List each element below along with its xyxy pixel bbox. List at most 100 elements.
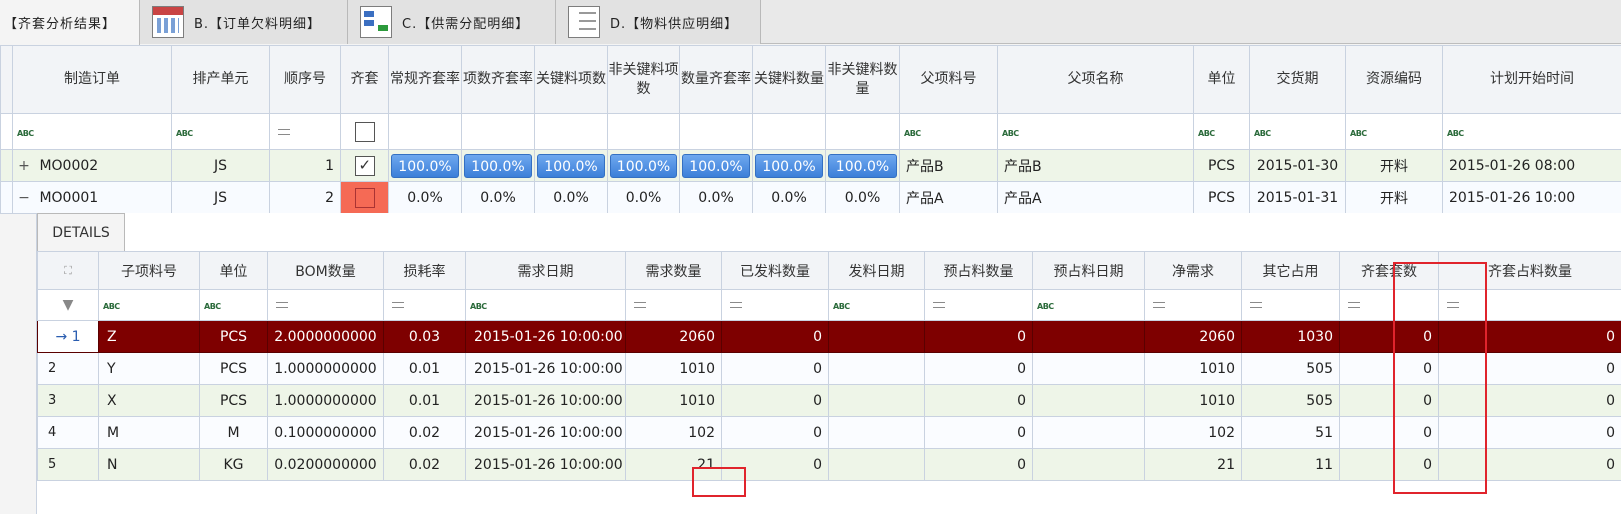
col-header[interactable]: 需求数量 xyxy=(625,251,722,290)
equals-filter-icon xyxy=(276,302,288,308)
master-filter-row: ABC ABC ABC ABC ABC ABC ABC ABC xyxy=(0,113,1621,150)
rate-badge: 100.0% xyxy=(391,153,459,178)
row-indicator[interactable]: 2 xyxy=(37,352,99,385)
col-header[interactable]: 制造订单 xyxy=(12,45,172,114)
col-header[interactable]: 计划开始时间 xyxy=(1442,45,1621,114)
table-row[interactable]: − MO0001 JS 2 0.0% 0.0% 0.0% 0.0% 0.0% 0… xyxy=(0,181,1621,214)
col-header[interactable]: 齐套 xyxy=(340,45,389,114)
filter-text-cell[interactable]: ABC xyxy=(899,113,998,150)
col-header[interactable]: 非关键料数量 xyxy=(825,45,900,114)
text-filter-icon: ABC xyxy=(103,302,120,311)
table-row[interactable]: + MO0002 JS 1 100.0% 100.0% 100.0% 100.0… xyxy=(0,149,1621,182)
rate-badge: 100.0% xyxy=(464,153,532,178)
col-header[interactable]: 资源编码 xyxy=(1345,45,1443,114)
filter-text-cell[interactable]: ABC xyxy=(171,113,270,150)
col-header[interactable]: 常规齐套率 xyxy=(388,45,462,114)
equals-filter-icon xyxy=(1153,302,1165,308)
tab-order-shortage[interactable]: B.【订单欠料明细】 xyxy=(140,0,348,44)
filter-text-cell[interactable]: ABC xyxy=(1442,113,1621,150)
filter-cell[interactable] xyxy=(825,113,900,150)
equals-filter-icon xyxy=(392,302,404,308)
col-header[interactable]: 净需求 xyxy=(1144,251,1242,290)
col-header[interactable]: 损耗率 xyxy=(383,251,466,290)
table-row[interactable]: 3 X PCS 1.0000000000 0.01 2015-01-26 10:… xyxy=(37,384,1621,417)
col-header[interactable]: 父项料号 xyxy=(899,45,998,114)
filter-cell[interactable] xyxy=(752,113,826,150)
col-header[interactable]: 项数齐套率 xyxy=(461,45,535,114)
row-indicator[interactable]: 4 xyxy=(37,416,99,449)
filter-number-cell[interactable] xyxy=(269,113,341,150)
rate-badge: 100.0% xyxy=(537,153,605,178)
filter-text-cell[interactable]: ABC xyxy=(1249,113,1346,150)
tab-details[interactable]: DETAILS xyxy=(37,213,125,251)
rate-badge: 100.0% xyxy=(755,153,823,178)
row-indicator[interactable]: 5 xyxy=(37,448,99,481)
filter-cell[interactable] xyxy=(679,113,753,150)
filter-funnel-icon[interactable]: ▼ xyxy=(37,289,99,321)
equals-filter-icon xyxy=(1348,302,1360,308)
tab-label: D.【物料供应明细】 xyxy=(610,16,739,32)
table-row[interactable]: → 1 Z PCS 2.0000000000 0.03 2015-01-26 1… xyxy=(37,320,1621,353)
text-filter-icon: ABC xyxy=(833,302,850,311)
complete-checkbox[interactable] xyxy=(354,155,375,176)
text-filter-icon: ABC xyxy=(176,128,193,138)
col-header[interactable]: 预占料数量 xyxy=(924,251,1033,290)
equals-filter-icon xyxy=(634,302,646,308)
filter-cell[interactable] xyxy=(534,113,608,150)
col-header[interactable]: 关键料数量 xyxy=(752,45,826,114)
text-filter-icon: ABC xyxy=(1198,128,1215,138)
col-header[interactable]: 排产单元 xyxy=(171,45,270,114)
text-filter-icon: ABC xyxy=(17,128,34,138)
col-header[interactable]: BOM数量 xyxy=(267,251,384,290)
col-header[interactable]: 预占料日期 xyxy=(1032,251,1145,290)
col-header[interactable]: 单位 xyxy=(199,251,268,290)
filter-text-cell[interactable]: ABC xyxy=(1345,113,1443,150)
row-indicator[interactable]: 3 xyxy=(37,384,99,417)
filter-text-cell[interactable]: ABC xyxy=(997,113,1194,150)
col-header[interactable]: 齐套套数 xyxy=(1339,251,1439,290)
col-header[interactable]: 交货期 xyxy=(1249,45,1346,114)
col-header[interactable]: 其它占用 xyxy=(1241,251,1340,290)
filter-checkbox[interactable] xyxy=(354,121,375,142)
col-header[interactable]: 数量齐套率 xyxy=(679,45,753,114)
text-filter-icon: ABC xyxy=(204,302,221,311)
filter-text-cell[interactable]: ABC xyxy=(12,113,172,150)
col-header[interactable]: 非关键料项数 xyxy=(607,45,680,114)
filter-checkbox-cell[interactable] xyxy=(340,113,389,150)
tab-label: B.【订单欠料明细】 xyxy=(194,16,322,32)
text-filter-icon: ABC xyxy=(904,128,921,138)
col-header[interactable]: 需求日期 xyxy=(465,251,626,290)
filter-cell[interactable] xyxy=(461,113,535,150)
col-header[interactable]: 父项名称 xyxy=(997,45,1194,114)
column-chooser-icon[interactable]: ⛶ xyxy=(37,251,99,290)
detail-filter-row: ▼ ABC ABC ABC ABC ABC xyxy=(37,289,1621,321)
tab-supply-demand[interactable]: C.【供需分配明细】 xyxy=(348,0,556,44)
table-row[interactable]: 4 M M 0.1000000000 0.02 2015-01-26 10:00… xyxy=(37,416,1621,449)
rate-badge: 100.0% xyxy=(610,153,677,178)
equals-filter-icon xyxy=(1250,302,1262,308)
tab-bar: 【齐套分析结果】 B.【订单欠料明细】 C.【供需分配明细】 D.【物料供应明细… xyxy=(0,0,1621,45)
complete-checkbox[interactable] xyxy=(354,187,375,208)
text-filter-icon: ABC xyxy=(1254,128,1271,138)
col-header[interactable]: 子项料号 xyxy=(98,251,200,290)
col-header[interactable]: 单位 xyxy=(1193,45,1250,114)
col-header[interactable]: 顺序号 xyxy=(269,45,341,114)
collapse-icon[interactable]: − xyxy=(14,190,36,206)
table-row[interactable]: 5 N KG 0.0200000000 0.02 2015-01-26 10:0… xyxy=(37,448,1621,481)
tab-material-supply[interactable]: D.【物料供应明细】 xyxy=(556,0,761,44)
row-indicator[interactable]: → 1 xyxy=(37,320,99,353)
col-header[interactable]: 关键料项数 xyxy=(534,45,608,114)
expand-icon[interactable]: + xyxy=(14,158,36,174)
table-row[interactable]: 2 Y PCS 1.0000000000 0.01 2015-01-26 10:… xyxy=(37,352,1621,385)
col-header[interactable]: 已发料数量 xyxy=(721,251,829,290)
text-filter-icon: ABC xyxy=(1447,128,1464,138)
equals-filter-icon xyxy=(278,128,290,135)
filter-text-cell[interactable]: ABC xyxy=(1193,113,1250,150)
tab-kit-analysis[interactable]: 【齐套分析结果】 xyxy=(0,0,140,45)
filter-cell[interactable] xyxy=(388,113,462,150)
equals-filter-icon xyxy=(933,302,945,308)
col-header[interactable]: 齐套占料数量 xyxy=(1438,251,1621,290)
incomplete-cell[interactable] xyxy=(340,181,389,214)
col-header[interactable]: 发料日期 xyxy=(828,251,925,290)
filter-cell[interactable] xyxy=(607,113,680,150)
